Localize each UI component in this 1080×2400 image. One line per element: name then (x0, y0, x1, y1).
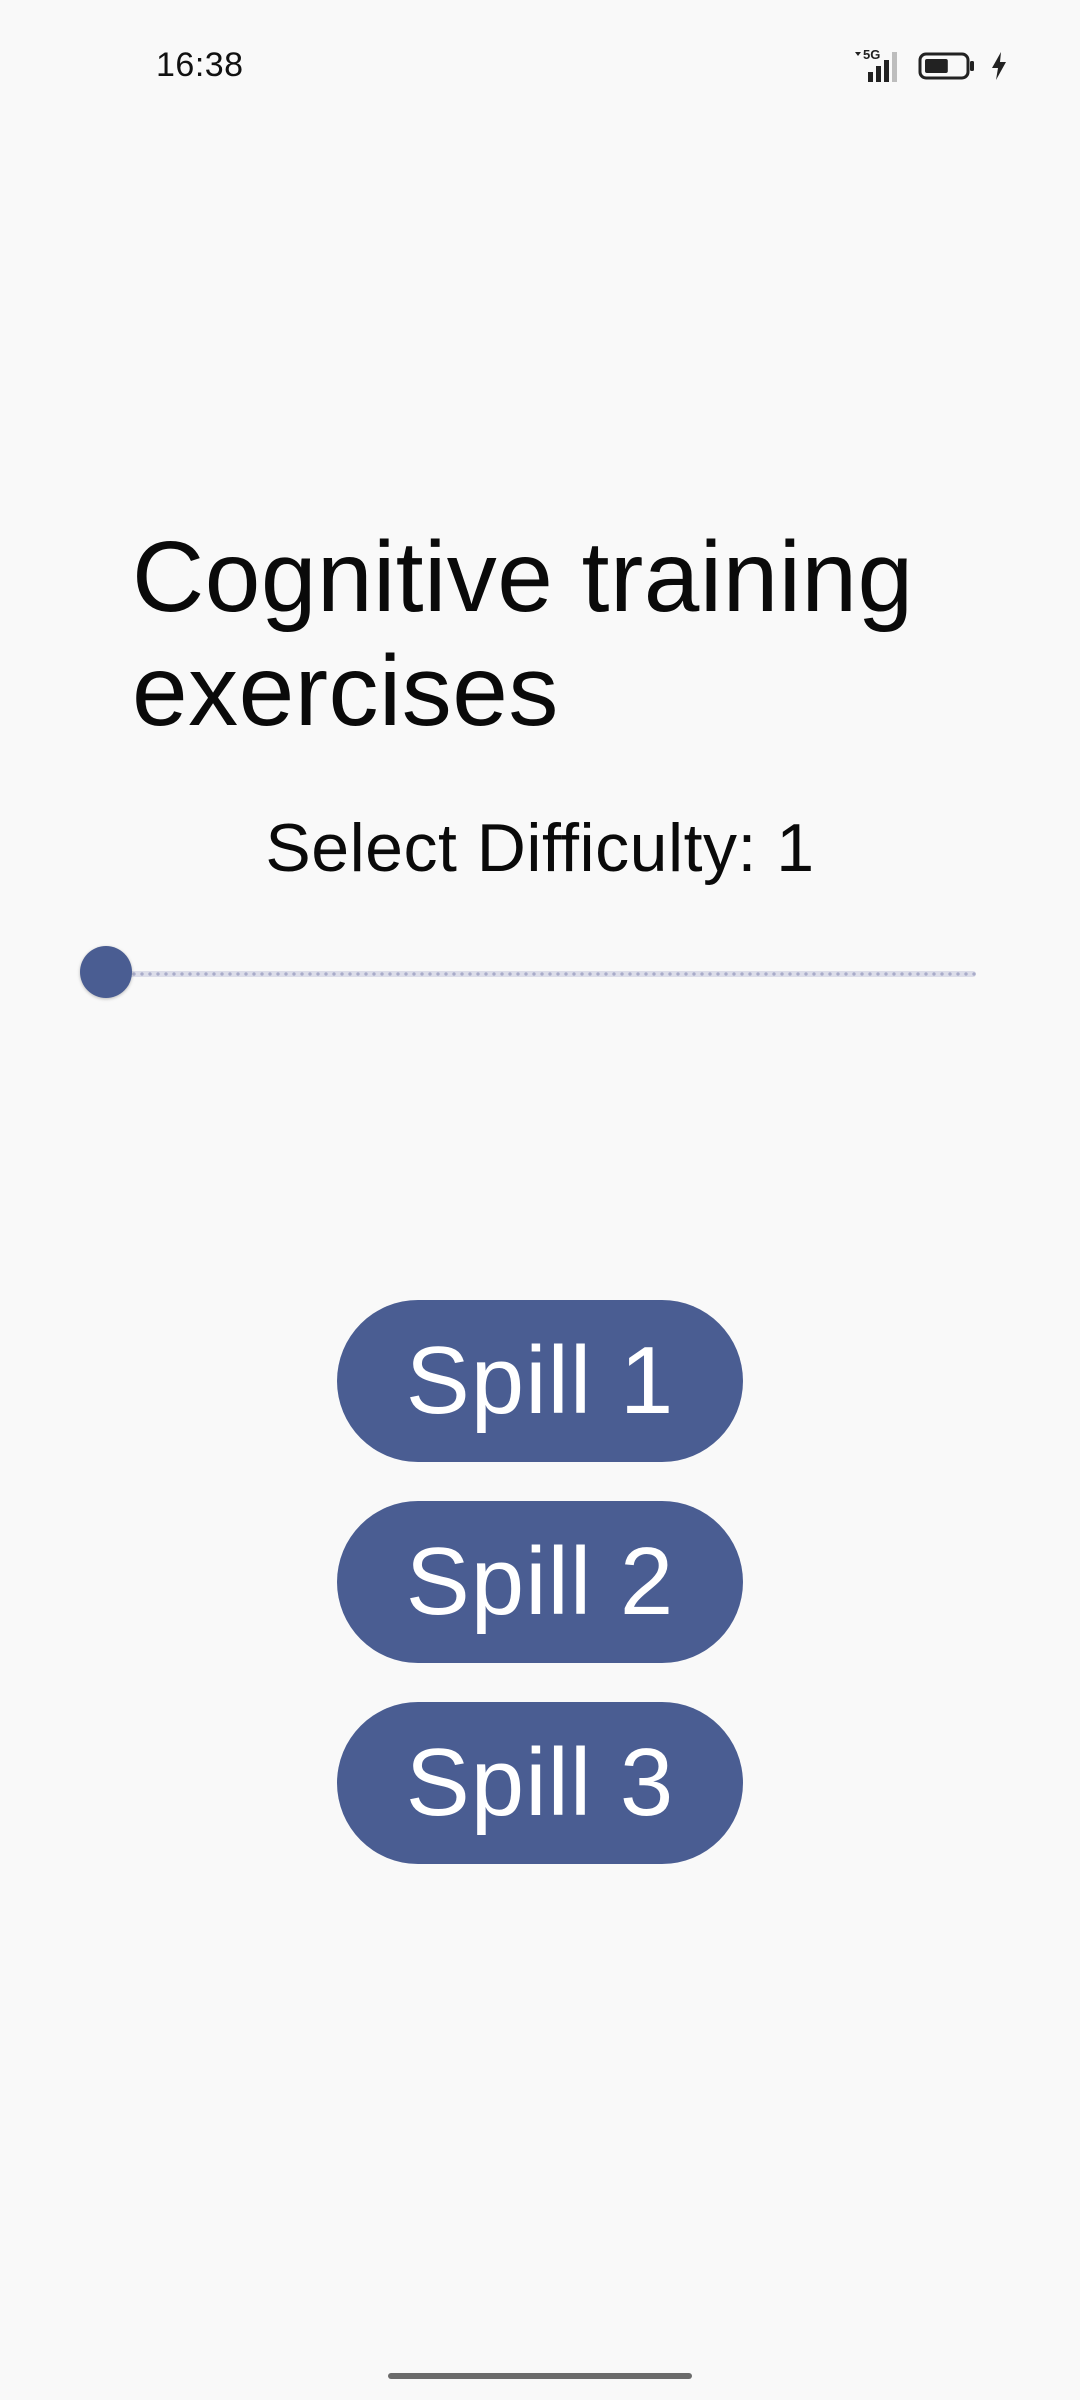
battery-icon (918, 51, 976, 81)
page-title: Cognitive training exercises (132, 521, 914, 747)
spill-3-button[interactable]: Spill 3 (337, 1702, 743, 1864)
difficulty-value: 1 (776, 810, 815, 886)
signal-5g-icon: 5G (854, 48, 904, 84)
status-bar: 16:38 5G (0, 0, 1080, 136)
spill-2-button[interactable]: Spill 2 (337, 1501, 743, 1663)
slider-thumb[interactable] (80, 946, 132, 998)
slider-track[interactable] (106, 971, 976, 977)
difficulty-label: Select Difficulty: (265, 810, 757, 886)
difficulty-label-row: Select Difficulty: 1 (0, 808, 1080, 888)
gesture-nav-handle[interactable] (388, 2373, 692, 2379)
charging-bolt-icon (990, 51, 1008, 81)
spill-1-button[interactable]: Spill 1 (337, 1300, 743, 1462)
network-label: 5G (863, 48, 880, 62)
status-time: 16:38 (156, 46, 244, 84)
difficulty-slider[interactable] (80, 946, 976, 1002)
status-icons: 5G (854, 46, 1008, 86)
